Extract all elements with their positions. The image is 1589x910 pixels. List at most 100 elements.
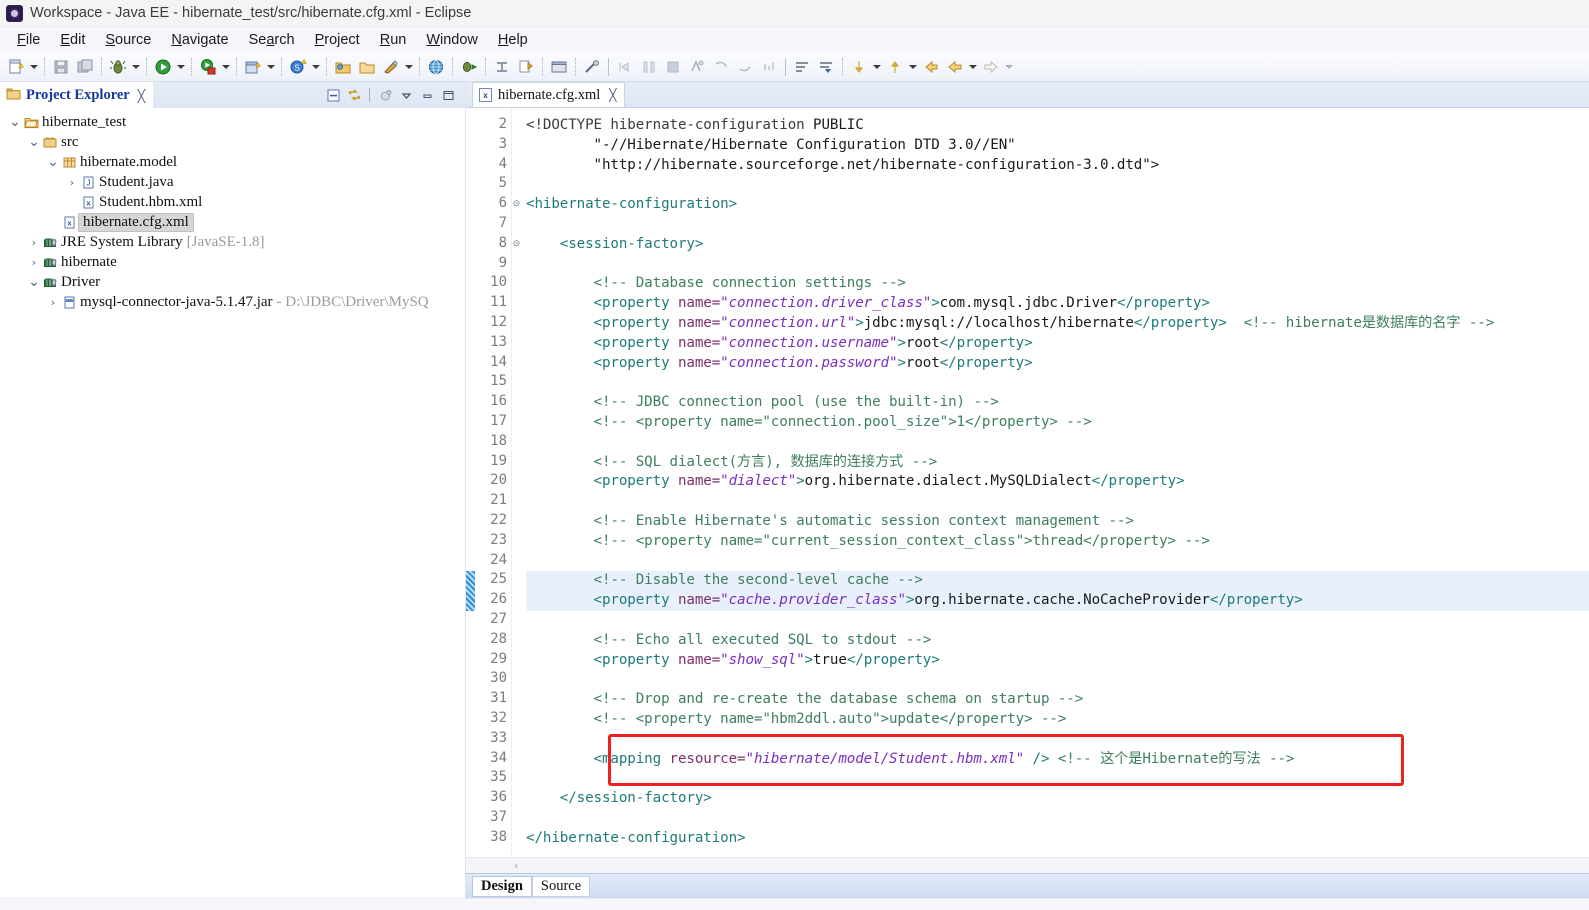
external-tools-icon[interactable] (380, 56, 402, 78)
chevron-right-icon[interactable]: › (46, 296, 60, 309)
code-line[interactable] (526, 552, 1589, 572)
minimize-view-icon[interactable] (418, 86, 436, 104)
code-viewport[interactable]: 2 3 4 5 6 ⊝ 7 8 ⊝ 9 10 11 12 13 14 15 16 17 18 19 20 21 22 23 24… (466, 108, 1589, 857)
run-server-icon[interactable] (197, 56, 219, 78)
prev-annotation-icon[interactable] (815, 56, 837, 78)
back-icon[interactable] (944, 56, 966, 78)
menu-navigate[interactable]: Navigate (162, 30, 237, 50)
menu-run[interactable]: Run (371, 30, 416, 50)
console-icon[interactable] (548, 56, 570, 78)
tree-item-hibernate-cfg-xml[interactable]: x hibernate.cfg.xml (0, 212, 465, 232)
skip-breakpoints-icon[interactable] (581, 56, 603, 78)
tree-item-jre-system-library[interactable]: › JRE System Library [JavaSE-1.8] (0, 232, 465, 252)
link-with-editor-icon[interactable] (345, 86, 363, 104)
step-return-icon[interactable] (662, 56, 684, 78)
code-line[interactable]: <property name="connection.url">jdbc:mys… (526, 314, 1589, 334)
code-line[interactable] (526, 255, 1589, 275)
code-line[interactable]: <hibernate-configuration> (526, 195, 1589, 215)
debug-dropdown[interactable] (130, 56, 142, 78)
tree-item-driver[interactable]: ⌄ Driver (0, 272, 465, 292)
tree-item-hibernate-test[interactable]: ⌄ hibernate_test (0, 112, 465, 132)
chevron-down-icon[interactable]: ⌄ (46, 155, 60, 169)
back-dropdown[interactable] (967, 56, 979, 78)
code-line[interactable]: <property name="connection.password">roo… (526, 354, 1589, 374)
menu-source[interactable]: Source (96, 30, 160, 50)
tab-project-explorer[interactable]: Project Explorer ╳ (0, 82, 153, 108)
collapse-all-icon[interactable] (324, 86, 342, 104)
code-line[interactable]: <!-- SQL dialect(方言), 数据库的连接方式 --> (526, 453, 1589, 473)
menu-search[interactable]: Search (240, 30, 304, 50)
external-tools-dropdown[interactable] (403, 56, 415, 78)
code-line[interactable]: <!-- <property name="connection.pool_siz… (526, 413, 1589, 433)
code-line[interactable]: <mapping resource="hibernate/model/Stude… (526, 750, 1589, 770)
code-line[interactable] (526, 373, 1589, 393)
web-browser-icon[interactable] (425, 56, 447, 78)
tree-item-student-hbm-xml[interactable]: x Student.hbm.xml (0, 192, 465, 212)
scroll-left-icon[interactable]: ‹ (514, 859, 518, 872)
open-type-icon[interactable] (332, 56, 354, 78)
code-line[interactable]: <property name="connection.username">roo… (526, 334, 1589, 354)
code-line[interactable]: <!-- Echo all executed SQL to stdout --> (526, 631, 1589, 651)
code-line[interactable] (526, 433, 1589, 453)
code-line[interactable] (526, 215, 1589, 235)
tab-hibernate-cfg-xml[interactable]: x hibernate.cfg.xml ╳ (472, 82, 625, 107)
code-line[interactable]: <!-- Database connection settings --> (526, 274, 1589, 294)
view-menu-icon[interactable] (397, 86, 415, 104)
maximize-view-icon[interactable] (439, 86, 457, 104)
code-line[interactable]: <!-- JDBC connection pool (use the built… (526, 393, 1589, 413)
tree-item-hibernate-model[interactable]: ⌄ hibernate.model (0, 152, 465, 172)
source-code[interactable]: <!DOCTYPE hibernate-configuration PUBLIC… (512, 108, 1589, 857)
run-icon[interactable] (152, 56, 174, 78)
save-icon[interactable] (50, 56, 72, 78)
run-server-dropdown[interactable] (220, 56, 232, 78)
code-line[interactable] (526, 611, 1589, 631)
editor-horizontal-scrollbar[interactable]: ‹ (466, 857, 1589, 873)
code-line[interactable]: <!-- <property name="current_session_con… (526, 532, 1589, 552)
code-line[interactable]: </hibernate-configuration> (526, 829, 1589, 849)
code-line[interactable]: <property name="show_sql">true</property… (526, 651, 1589, 671)
close-icon[interactable]: ╳ (138, 89, 145, 103)
tree-item-src[interactable]: ⌄ src (0, 132, 465, 152)
close-icon[interactable]: ╳ (609, 88, 616, 102)
new-wizard-icon[interactable] (5, 56, 27, 78)
tree-item-hibernate[interactable]: › hibernate (0, 252, 465, 272)
code-line[interactable] (526, 769, 1589, 789)
code-line[interactable]: <!-- Disable the second-level cache --> (526, 571, 1589, 592)
drop-to-frame-icon[interactable] (686, 56, 708, 78)
debug-perspective-icon[interactable] (458, 56, 480, 78)
code-line[interactable]: "http://hibernate.sourceforge.net/hibern… (526, 156, 1589, 176)
project-tree[interactable]: ⌄ hibernate_test ⌄ src ⌄ hibernate.model › J Stu… (0, 108, 465, 848)
new-wizard-dropdown[interactable] (28, 56, 40, 78)
chevron-down-icon[interactable]: ⌄ (27, 275, 41, 289)
code-line[interactable]: </session-factory> (526, 789, 1589, 809)
focus-on-active-task-icon[interactable] (376, 86, 394, 104)
up-navigate-dropdown[interactable] (907, 56, 919, 78)
code-line[interactable]: <!-- Enable Hibernate's automatic sessio… (526, 512, 1589, 532)
tree-item-mysql-connector-java-5-1-47-jar[interactable]: › 010 mysql-connector-java-5.1.47.jar - D:\… (0, 292, 465, 312)
code-line[interactable]: <!-- Drop and re-create the database sch… (526, 690, 1589, 710)
code-line[interactable] (526, 175, 1589, 195)
code-line[interactable]: "-//Hibernate/Hibernate Configuration DT… (526, 136, 1589, 156)
menu-help[interactable]: Help (489, 30, 537, 50)
chevron-right-icon[interactable]: › (27, 236, 41, 249)
step-filter-3-icon[interactable] (758, 56, 780, 78)
debug-icon[interactable] (107, 56, 129, 78)
menu-edit[interactable]: Edit (51, 30, 94, 50)
code-line[interactable]: <!-- <property name="hbm2ddl.auto">updat… (526, 710, 1589, 730)
forward-dropdown[interactable] (1003, 56, 1015, 78)
up-navigate-icon[interactable] (884, 56, 906, 78)
new-java-project-icon[interactable] (242, 56, 264, 78)
editor-page-tab-source[interactable]: Source (531, 875, 591, 897)
code-line[interactable] (526, 670, 1589, 690)
terminate-icon[interactable] (491, 56, 513, 78)
run-dropdown[interactable] (175, 56, 187, 78)
use-step-filters-icon[interactable] (710, 56, 732, 78)
chevron-right-icon[interactable]: › (27, 256, 41, 269)
chevron-down-icon[interactable]: ⌄ (8, 115, 22, 129)
tree-item-student-java[interactable]: › J Student.java (0, 172, 465, 192)
menu-window[interactable]: Window (417, 30, 487, 50)
code-line[interactable] (526, 492, 1589, 512)
new-servlet-dropdown[interactable] (310, 56, 322, 78)
step-filter-2-icon[interactable] (734, 56, 756, 78)
relaunch-icon[interactable] (515, 56, 537, 78)
